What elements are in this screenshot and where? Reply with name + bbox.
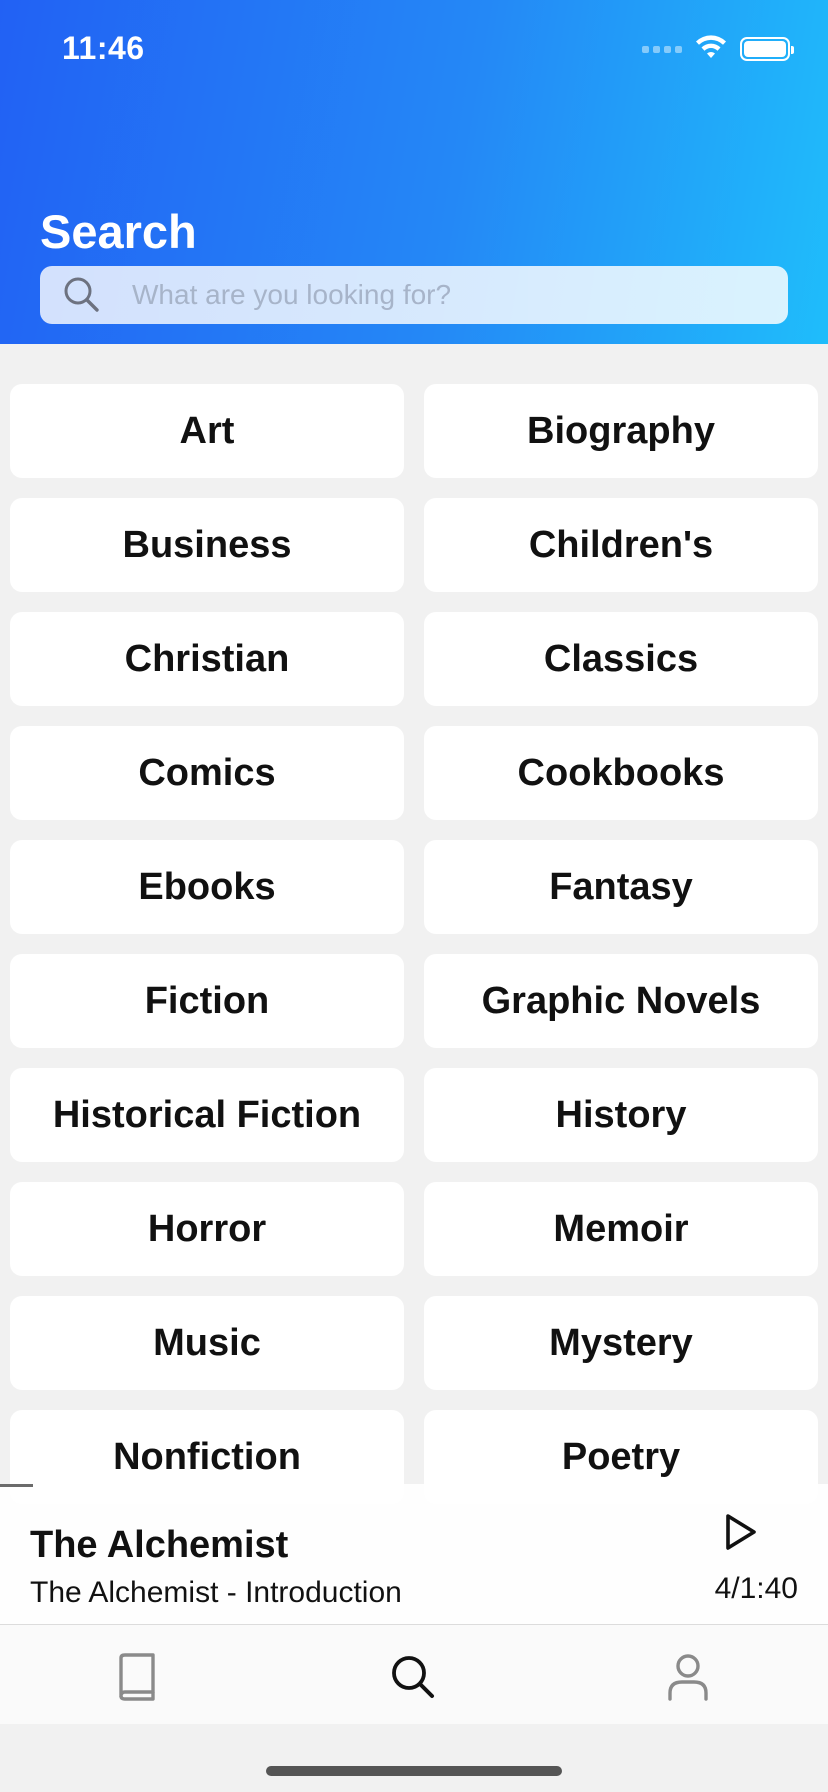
status-icons — [642, 34, 794, 65]
search-bar[interactable] — [40, 266, 788, 324]
cellular-signal-icon — [642, 45, 682, 53]
play-button[interactable] — [718, 1510, 762, 1554]
category-ebooks[interactable]: Ebooks — [10, 840, 404, 934]
category-history[interactable]: History — [424, 1068, 818, 1162]
play-icon — [726, 1514, 756, 1550]
search-input[interactable] — [132, 279, 732, 311]
playback-progress-fill — [0, 1484, 34, 1487]
category-childrens[interactable]: Children's — [424, 498, 818, 592]
header: 11:46 Search — [0, 0, 828, 344]
category-classics[interactable]: Classics — [424, 612, 818, 706]
category-art[interactable]: Art — [10, 384, 404, 478]
category-christian[interactable]: Christian — [10, 612, 404, 706]
category-graphic-novels[interactable]: Graphic Novels — [424, 954, 818, 1048]
player-title: The Alchemist — [30, 1524, 289, 1566]
tab-library[interactable] — [109, 1649, 165, 1705]
tab-search[interactable] — [385, 1649, 441, 1705]
category-business[interactable]: Business — [10, 498, 404, 592]
page-title: Search — [40, 205, 197, 258]
category-cookbooks[interactable]: Cookbooks — [424, 726, 818, 820]
status-time: 11:46 — [62, 30, 145, 66]
category-fiction[interactable]: Fiction — [10, 954, 404, 1048]
playback-progress — [0, 1484, 828, 1487]
category-music[interactable]: Music — [10, 1296, 404, 1390]
tab-profile[interactable] — [660, 1649, 716, 1705]
search-icon — [392, 1656, 434, 1698]
category-comics[interactable]: Comics — [10, 726, 404, 820]
wifi-icon — [694, 34, 728, 65]
book-icon — [119, 1653, 155, 1701]
bottom-safe-area — [0, 1724, 828, 1792]
player-subtitle: The Alchemist - Introduction — [30, 1576, 402, 1609]
category-horror[interactable]: Horror — [10, 1182, 404, 1276]
player-time: 4/1:40 — [714, 1572, 798, 1605]
category-mystery[interactable]: Mystery — [424, 1296, 818, 1390]
category-historical-fiction[interactable]: Historical Fiction — [10, 1068, 404, 1162]
battery-icon — [740, 37, 794, 61]
category-fantasy[interactable]: Fantasy — [424, 840, 818, 934]
tab-bar — [0, 1624, 828, 1724]
category-grid: Art Biography Business Children's Christ… — [10, 384, 818, 1504]
mini-player[interactable]: The Alchemist The Alchemist - Introducti… — [0, 1484, 828, 1624]
search-icon — [62, 275, 102, 315]
person-icon — [668, 1654, 708, 1701]
category-memoir[interactable]: Memoir — [424, 1182, 818, 1276]
home-indicator[interactable] — [266, 1766, 562, 1776]
category-biography[interactable]: Biography — [424, 384, 818, 478]
